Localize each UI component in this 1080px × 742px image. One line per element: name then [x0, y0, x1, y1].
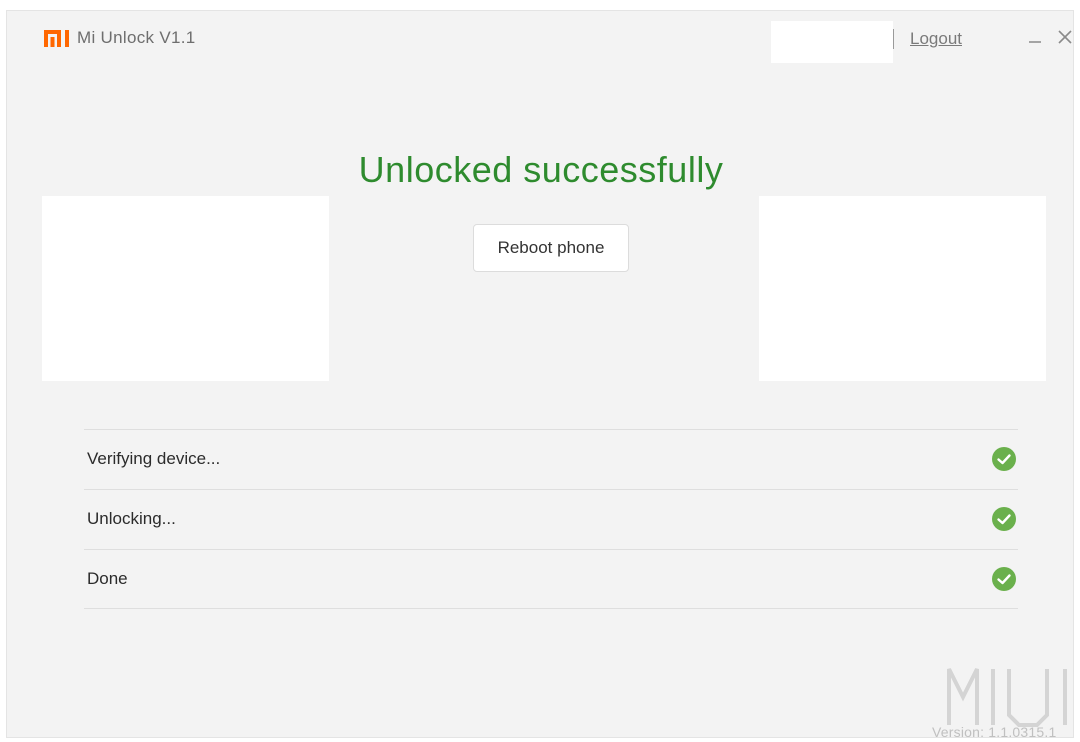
version-text: Version: 1.1.0315.1	[932, 724, 1057, 740]
minimize-button[interactable]	[1024, 25, 1046, 49]
step-label: Unlocking...	[87, 509, 176, 528]
logout-link[interactable]: Logout	[910, 29, 962, 49]
step-label: Verifying device...	[87, 449, 221, 468]
app-title: Mi Unlock V1.1	[77, 28, 196, 47]
progress-steps: Verifying device... Unlocking... Done	[84, 429, 1018, 609]
step-label: Done	[87, 569, 128, 588]
status-headline: Unlocked successfully	[358, 149, 724, 190]
mi-unlock-window: Mi Unlock V1.1 Logout Unlocked successfu…	[6, 10, 1076, 740]
close-icon	[1058, 30, 1072, 44]
step-row-unlocking: Unlocking...	[84, 489, 1018, 549]
step-row-verifying: Verifying device...	[84, 429, 1018, 489]
minimize-icon	[1029, 41, 1041, 43]
check-circle-icon	[992, 567, 1016, 591]
mi-logo-icon	[44, 30, 69, 47]
step-row-done: Done	[84, 549, 1018, 609]
check-circle-icon	[992, 447, 1016, 471]
miui-watermark-logo	[947, 668, 1067, 727]
close-button[interactable]	[1054, 25, 1076, 49]
right-illustration-panel	[759, 196, 1046, 381]
header-separator	[893, 29, 894, 49]
account-info-box	[771, 21, 893, 63]
left-illustration-panel	[42, 196, 329, 381]
reboot-phone-button[interactable]: Reboot phone	[473, 224, 629, 272]
check-circle-icon	[992, 507, 1016, 531]
